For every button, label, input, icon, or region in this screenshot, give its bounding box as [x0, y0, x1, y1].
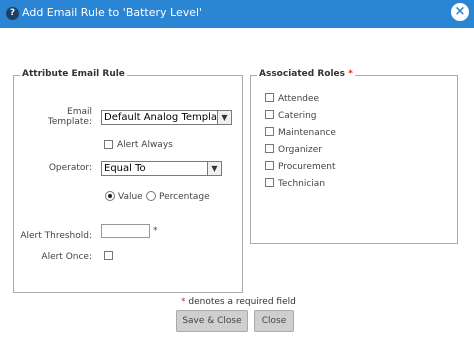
- operator-select[interactable]: Equal To ▼: [101, 161, 222, 176]
- associated-roles-legend: Associated Roles *: [257, 69, 355, 79]
- role-technician-label: Technician: [278, 179, 326, 189]
- save-close-button[interactable]: Save & Close: [176, 310, 248, 332]
- chevron-down-icon: ▼: [217, 111, 231, 124]
- role-procurement-label: Procurement: [278, 162, 336, 172]
- required-note-text: denotes a required field: [188, 297, 296, 307]
- role-procurement-checkbox[interactable]: [265, 161, 274, 170]
- associated-roles-required-star: *: [348, 69, 353, 79]
- alert-threshold-input[interactable]: [101, 224, 150, 238]
- role-catering-label: Catering: [278, 111, 317, 121]
- role-maintenance-label: Maintenance: [278, 128, 336, 138]
- required-note-star: *: [181, 297, 186, 307]
- value-radio-label: Value: [118, 192, 143, 202]
- required-field-note: * denotes a required field: [181, 297, 296, 307]
- dialog-title: Add Email Rule to 'Battery Level': [22, 6, 203, 19]
- chevron-down-icon: ▼: [207, 162, 221, 175]
- percentage-radio-label: Percentage: [159, 192, 210, 202]
- alert-once-checkbox[interactable]: [104, 251, 113, 260]
- alert-threshold-label: Alert Threshold:: [20, 231, 92, 241]
- role-catering-checkbox[interactable]: [265, 110, 274, 119]
- email-template-select[interactable]: Default Analog Template ▼: [101, 110, 232, 125]
- operator-selected-value: Equal To: [104, 163, 146, 174]
- alert-always-checkbox[interactable]: [104, 140, 113, 149]
- alert-threshold-required-star: *: [153, 226, 158, 236]
- help-icon[interactable]: ?: [6, 7, 19, 20]
- attribute-email-rule-legend: Attribute Email Rule: [20, 69, 127, 79]
- close-icon[interactable]: ×: [451, 3, 469, 21]
- close-button[interactable]: Close: [254, 310, 294, 332]
- role-maintenance-checkbox[interactable]: [265, 127, 274, 136]
- email-template-label-line1: Email: [67, 107, 92, 117]
- alert-always-label: Alert Always: [117, 140, 173, 150]
- role-organizer-checkbox[interactable]: [265, 144, 274, 153]
- email-template-label-line2: Template:: [47, 117, 92, 127]
- operator-label: Operator:: [48, 163, 92, 173]
- percentage-radio[interactable]: [146, 191, 156, 201]
- email-template-selected-value: Default Analog Template: [104, 112, 228, 123]
- value-radio[interactable]: [105, 191, 115, 201]
- role-attendee-checkbox[interactable]: [265, 93, 274, 102]
- associated-roles-legend-text: Associated Roles: [259, 69, 345, 79]
- role-organizer-label: Organizer: [278, 145, 323, 155]
- role-attendee-label: Attendee: [278, 94, 320, 104]
- role-technician-checkbox[interactable]: [265, 178, 274, 187]
- alert-once-label: Alert Once:: [41, 252, 92, 262]
- dialog-title-bar: ? Add Email Rule to 'Battery Level' ×: [0, 0, 474, 28]
